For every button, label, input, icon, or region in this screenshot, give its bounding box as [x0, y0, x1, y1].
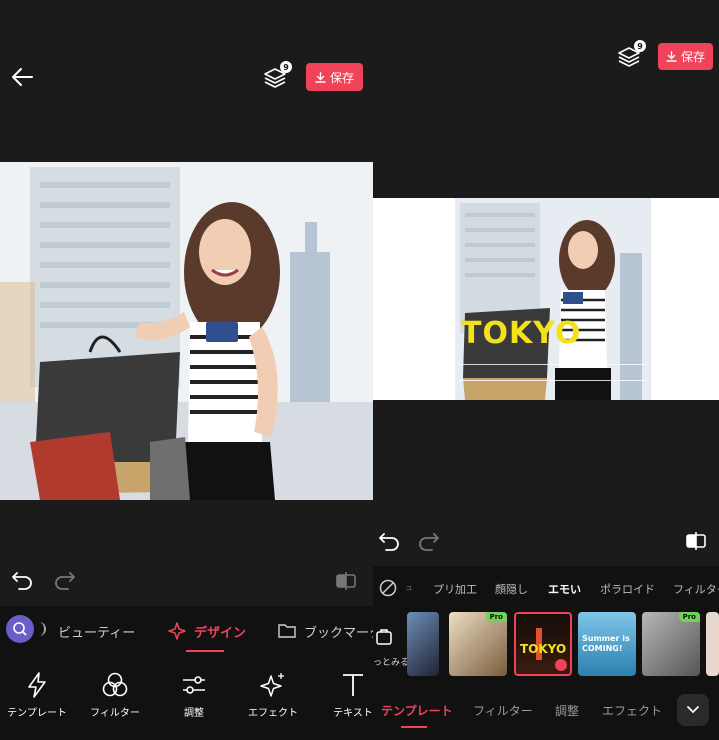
layers-count-badge: 9	[280, 61, 292, 73]
overlay-caption-line	[459, 364, 647, 365]
tool-template-label: テンプレート	[7, 708, 67, 719]
undo-icon[interactable]	[378, 531, 402, 555]
photo-illustration	[455, 198, 651, 400]
chevron-down-icon	[687, 706, 699, 714]
pro-badge: Pro	[485, 612, 507, 622]
save-label: 保存	[329, 70, 354, 85]
tool-adjust-label: 調整	[184, 708, 204, 719]
compare-icon[interactable]	[335, 571, 357, 595]
see-more-label[interactable]: っとみる	[373, 655, 409, 668]
redo-icon[interactable]	[416, 531, 440, 555]
redo-icon[interactable]	[52, 570, 76, 594]
tool-text-label: テキスト	[333, 708, 373, 719]
reset-icon[interactable]	[555, 659, 567, 671]
sliders-icon	[183, 676, 205, 694]
tool-template[interactable]: テンプレート	[0, 672, 74, 719]
tool-effect-label: エフェクト	[248, 708, 298, 719]
tool-filter-label: フィルター	[90, 708, 140, 719]
pro-badge: Pro	[678, 612, 700, 622]
template-thumb-5[interactable]: Pro	[642, 612, 700, 676]
filter-circles-icon	[102, 672, 128, 697]
text-icon	[343, 674, 363, 696]
right-template-screen: 9 保存 TOKYO ュ プリ加工 顔隠し エモい ポラロイド フィルタ っとみ…	[373, 0, 719, 740]
chip-emoi[interactable]: エモい	[548, 581, 581, 597]
tool-bar: テンプレート フィルター 調整 エフェクト テキスト	[0, 654, 373, 740]
template-canvas[interactable]: TOKYO	[373, 198, 719, 400]
tool-effect[interactable]: エフェクト	[236, 672, 310, 719]
no-filter-icon[interactable]	[379, 579, 397, 601]
template-preview-photo: TOKYO	[455, 198, 651, 400]
overlay-caption-line	[459, 380, 647, 381]
photo-illustration	[0, 162, 373, 500]
edited-photo[interactable]	[0, 162, 373, 500]
download-icon	[666, 51, 677, 62]
bookmark-folder-icon	[278, 622, 296, 642]
tool-adjust[interactable]: 調整	[157, 672, 231, 719]
bottom-tab-filter[interactable]: フィルター	[473, 702, 533, 719]
left-editor-screen: 9 保存 ビューティー デザイン ブックマー テンプレート フィルター 調整 エ…	[0, 0, 373, 740]
beauty-face-icon[interactable]	[6, 615, 34, 643]
template-thumb-6[interactable]	[706, 612, 719, 676]
chip-face-hide[interactable]: 顔隠し	[495, 581, 528, 597]
category-tab-bar: ビューティー デザイン ブックマーク	[0, 606, 373, 654]
chip-polaroid[interactable]: ポラロイド	[600, 581, 655, 597]
crescent-icon	[38, 622, 46, 636]
save-button[interactable]: 保存	[306, 63, 363, 91]
chip-filter[interactable]: フィルター	[673, 581, 719, 597]
bookmark-icon[interactable]	[375, 628, 393, 650]
template-thumb-tokyo-selected[interactable]: TOKYO	[514, 612, 572, 676]
tool-filter[interactable]: フィルター	[78, 672, 152, 719]
undo-icon[interactable]	[11, 570, 35, 594]
bolt-icon	[28, 672, 46, 698]
active-tab-indicator	[401, 726, 427, 728]
design-icon	[168, 622, 186, 644]
tab-beauty[interactable]: ビューティー	[58, 622, 135, 641]
collapse-button[interactable]	[677, 694, 709, 726]
layers-icon[interactable]: 9	[262, 61, 292, 89]
save-button[interactable]: 保存	[658, 43, 713, 70]
chip-puri[interactable]: プリ加工	[433, 581, 477, 597]
compare-icon[interactable]	[685, 531, 707, 555]
search-small-icon: ュ	[405, 583, 413, 592]
active-tab-indicator	[186, 650, 224, 652]
tab-bookmark[interactable]: ブックマーク	[304, 622, 373, 641]
sparkle-icon	[260, 673, 284, 697]
layers-icon[interactable]: 9	[616, 40, 646, 68]
thumb-summer-text: Summer is COMING!	[582, 634, 630, 653]
tool-text[interactable]: テキスト	[316, 672, 373, 719]
bottom-tab-effect[interactable]: エフェクト	[602, 702, 662, 719]
template-thumb-summer[interactable]: Summer is COMING!	[578, 612, 636, 676]
layers-count-badge: 9	[634, 40, 646, 52]
bottom-tab-adjust[interactable]: 調整	[555, 702, 579, 719]
save-label: 保存	[680, 50, 705, 64]
download-icon	[315, 71, 326, 83]
template-thumb-2[interactable]: Pro	[449, 612, 507, 676]
back-arrow-icon[interactable]	[10, 66, 34, 88]
tab-design[interactable]: デザイン	[194, 622, 246, 641]
bottom-tab-template[interactable]: テンプレート	[381, 702, 453, 719]
template-thumb-1[interactable]	[407, 612, 439, 676]
tokyo-overlay-title: TOKYO	[461, 316, 582, 351]
thumb-tokyo-text: TOKYO	[520, 642, 567, 656]
